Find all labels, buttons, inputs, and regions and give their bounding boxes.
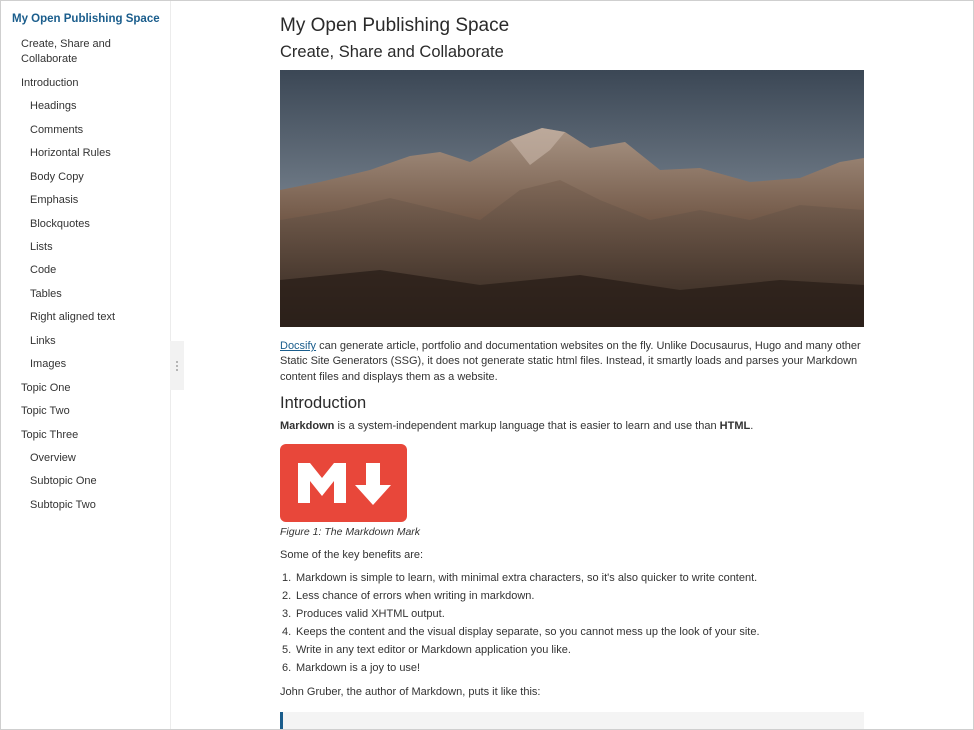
sidebar-item-topic-one[interactable]: Topic One — [21, 381, 71, 396]
list-item-text: Markdown is simple to learn, with minima… — [296, 572, 758, 584]
page-frame: My Open Publishing Space Create, Share a… — [0, 0, 974, 730]
sidebar-item-links[interactable]: Links — [30, 334, 56, 349]
sidebar-item-tables[interactable]: Tables — [30, 287, 62, 302]
sidebar-item-subtopic-one[interactable]: Subtopic One — [30, 474, 97, 489]
list-item-text: Markdown is a joy to use! — [296, 662, 421, 674]
intro-text: can generate article, portfolio and docu… — [280, 340, 861, 383]
sidebar-item-body-copy[interactable]: Body Copy — [30, 170, 84, 185]
list-item-number: 5. — [282, 644, 292, 656]
sidebar-item-emphasis[interactable]: Emphasis — [30, 193, 78, 208]
sidebar-item-subtopic-two[interactable]: Subtopic Two — [30, 498, 96, 513]
sidebar-item-create-share-collaborate[interactable]: Create, Share and Collaborate — [21, 37, 111, 67]
drag-handle-icon — [176, 360, 178, 371]
sidebar-item-code[interactable]: Code — [30, 263, 56, 278]
sidebar-item-comments[interactable]: Comments — [30, 123, 83, 138]
intro-paragraph: Docsify can generate article, portfolio … — [280, 339, 864, 385]
sidebar-item-introduction[interactable]: Introduction — [21, 76, 78, 91]
markdown-description-end: . — [750, 420, 754, 432]
list-item-text: Less chance of errors when writing in ma… — [296, 590, 535, 602]
list-item-text: Keeps the content and the visual display… — [296, 626, 760, 638]
sidebar-item-horizontal-rules[interactable]: Horizontal Rules — [30, 146, 111, 161]
sidebar-item-overview[interactable]: Overview — [30, 451, 76, 466]
list-item-number: 3. — [282, 608, 292, 620]
hero-mountain-image — [280, 70, 864, 327]
sidebar-item-label-line2: Collaborate — [21, 53, 78, 65]
list-item-number: 6. — [282, 662, 292, 674]
sidebar-resize-handle[interactable] — [170, 341, 184, 390]
page-subtitle: Create, Share and Collaborate — [280, 43, 504, 61]
section-heading-introduction: Introduction — [280, 394, 367, 412]
markdown-mark-icon — [280, 444, 407, 522]
gruber-intro: John Gruber, the author of Markdown, put… — [280, 686, 541, 698]
blockquote — [280, 712, 864, 729]
list-item-text: Produces valid XHTML output. — [296, 608, 445, 620]
page-title: My Open Publishing Space — [280, 15, 510, 36]
list-item-text: Write in any text editor or Markdown app… — [296, 644, 571, 656]
sidebar-item-headings[interactable]: Headings — [30, 99, 76, 114]
sidebar-item-lists[interactable]: Lists — [30, 240, 53, 255]
docsify-link[interactable]: Docsify — [280, 340, 316, 352]
figure-caption: Figure 1: The Markdown Mark — [280, 526, 421, 538]
list-item-number: 1. — [282, 572, 292, 584]
sidebar-item-images[interactable]: Images — [30, 357, 66, 372]
sidebar-item-topic-three[interactable]: Topic Three — [21, 428, 78, 443]
markdown-description-text: is a system-independent markup language … — [334, 420, 720, 432]
sidebar-item-topic-two[interactable]: Topic Two — [21, 404, 70, 419]
sidebar-item-right-aligned-text[interactable]: Right aligned text — [30, 310, 115, 325]
sidebar: My Open Publishing Space Create, Share a… — [1, 1, 171, 729]
sidebar-item-blockquotes[interactable]: Blockquotes — [30, 217, 90, 232]
benefits-intro: Some of the key benefits are: — [280, 549, 424, 561]
sidebar-title-link[interactable]: My Open Publishing Space — [12, 13, 160, 25]
html-bold-text: HTML — [719, 420, 751, 432]
sidebar-item-label: Create, Share and — [21, 38, 111, 50]
list-item-number: 4. — [282, 626, 292, 638]
list-item-number: 2. — [282, 590, 292, 602]
markdown-description: Markdown is a system-independent markup … — [280, 420, 753, 432]
markdown-bold-text: Markdown — [280, 420, 335, 432]
